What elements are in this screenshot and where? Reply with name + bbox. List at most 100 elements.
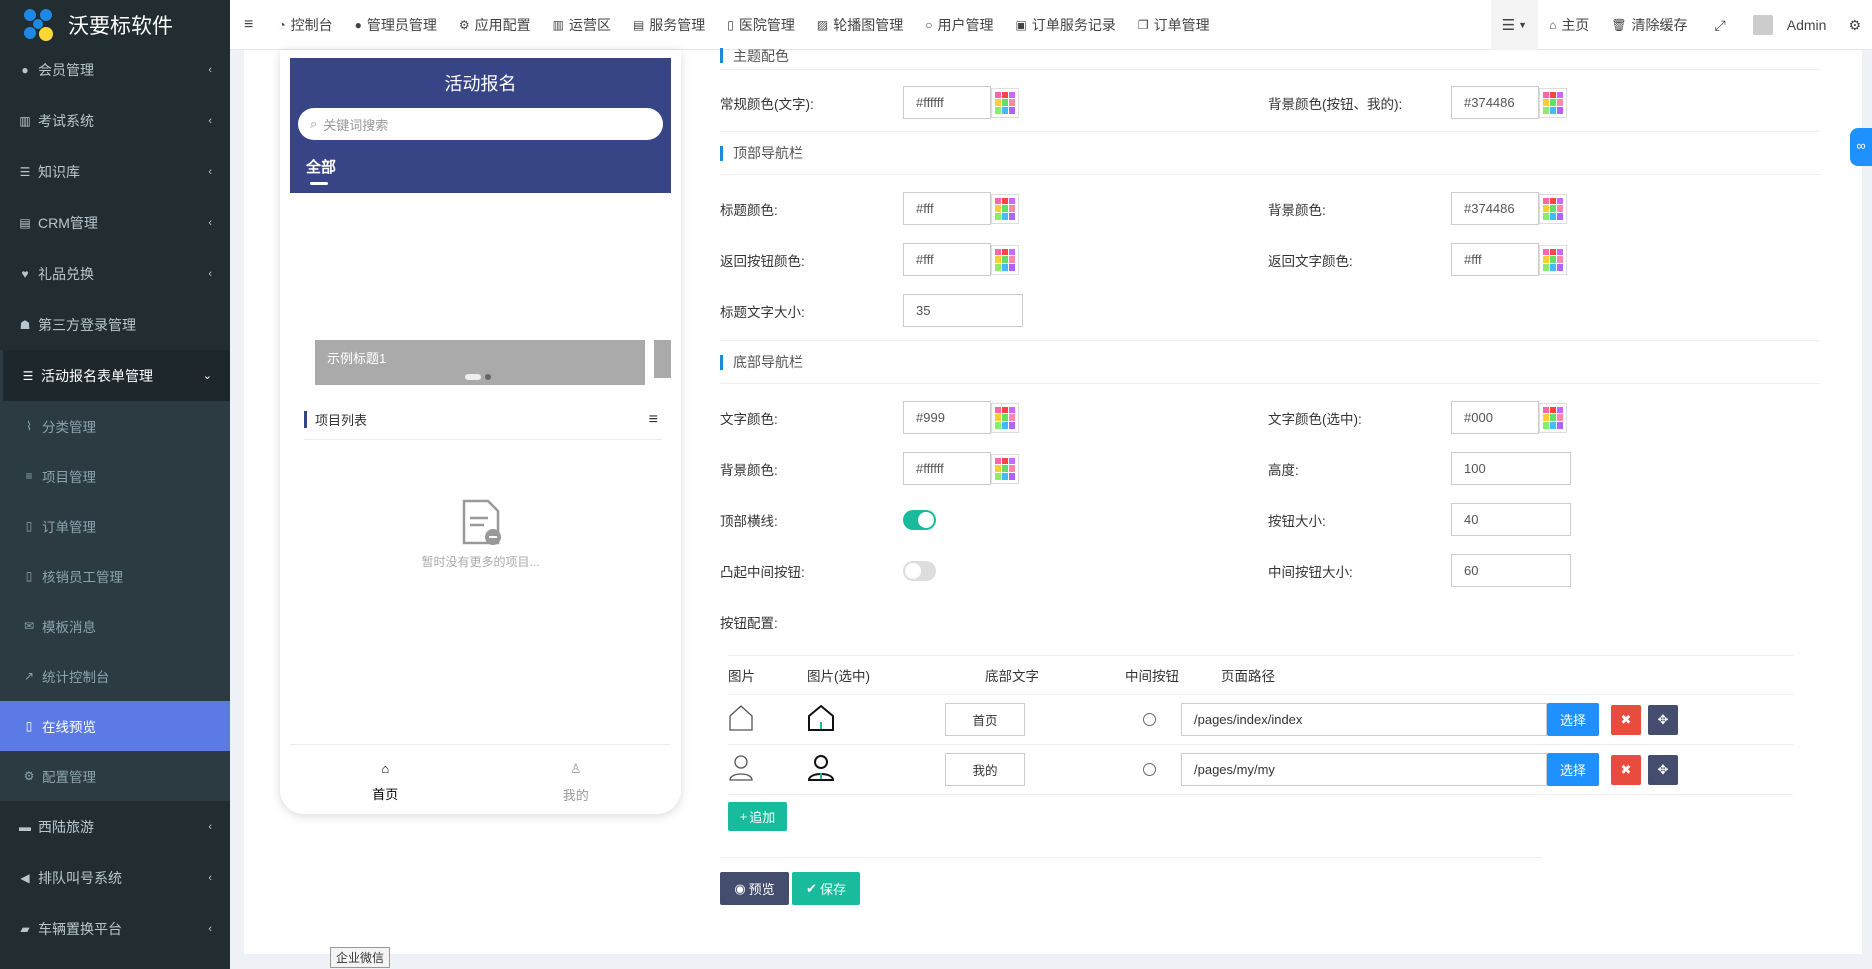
field-label: 背景颜色: [1268, 202, 1326, 218]
file-icon: ▯ [25, 569, 33, 583]
nav-label: 管理员管理 [366, 16, 437, 33]
sidebar-item-queue[interactable]: ◀ 排队叫号系统 ‹ [0, 852, 230, 903]
bottom-bg-input[interactable]: #ffffff [903, 452, 991, 485]
middle-button-radio[interactable] [1143, 763, 1156, 776]
back-text-color-input[interactable]: #fff [1451, 243, 1539, 276]
sidebar-item-label: 核销员工管理 [42, 570, 123, 585]
height-input[interactable]: 100 [1451, 452, 1571, 485]
color-palette-icon[interactable] [991, 87, 1019, 118]
back-btn-color-input[interactable]: #fff [903, 243, 991, 276]
page-path-input[interactable]: /pages/index/index [1181, 703, 1547, 736]
delete-row-button[interactable]: ✖ [1611, 704, 1641, 735]
sidebar-item-car[interactable]: ▰ 车辆置换平台 ‹ [0, 903, 230, 954]
phone-tab-home[interactable]: ⌂ 首页 [290, 745, 481, 804]
main-content: 活动报名 ⌕ 关键词搜索 全部 示例标题1 项目列表 ≡ 暂时没有更多的项目...… [244, 48, 1862, 954]
users-icon: ☗ [19, 317, 31, 332]
phone-banner[interactable]: 示例标题1 [315, 340, 645, 385]
middle-button-size-input[interactable]: 60 [1451, 554, 1571, 587]
color-palette-icon[interactable] [1539, 244, 1567, 275]
middle-button-radio[interactable] [1143, 713, 1156, 726]
field-label: 高度: [1268, 462, 1299, 478]
home-outline-icon[interactable] [728, 704, 807, 735]
floating-link-tab[interactable]: ∞ [1850, 128, 1872, 166]
page-path-input[interactable]: /pages/my/my [1181, 753, 1547, 786]
middle-button-toggle[interactable] [903, 560, 936, 581]
user-selected-icon[interactable] [807, 754, 945, 785]
top-bg-input[interactable]: #374486 [1451, 192, 1539, 225]
title-color-input[interactable]: #fff [903, 192, 991, 225]
text-selected-color-input[interactable]: #000 [1451, 401, 1539, 434]
select-path-button[interactable]: 选择 [1547, 703, 1599, 736]
delete-row-button[interactable]: ✖ [1611, 754, 1641, 785]
nav-label: 控制台 [290, 16, 333, 33]
nav-service[interactable]: ▤ 服务管理 [622, 0, 716, 50]
add-row-button[interactable]: + 追加 [728, 801, 787, 831]
drag-row-button[interactable]: ✥ [1648, 754, 1678, 785]
sidebar-item-verifier[interactable]: ▯ 核销员工管理 [0, 551, 230, 601]
sidebar-item-activity[interactable]: ☰ 活动报名表单管理 ⌄ [0, 350, 230, 401]
nav-admin[interactable]: ● 管理员管理 [344, 0, 448, 50]
field-label: 中间按钮大小: [1268, 564, 1353, 580]
sidebar-item-knowledge[interactable]: ☰ 知识库 ‹ [0, 146, 230, 197]
logo[interactable]: 沃要标软件 [0, 0, 230, 50]
sidebar-item-exam[interactable]: ▥ 考试系统 ‹ [0, 95, 230, 146]
color-palette-icon[interactable] [991, 193, 1019, 224]
sidebar-item-thirdparty[interactable]: ☗ 第三方登录管理 [0, 299, 230, 350]
section-title: 主题配色 [733, 47, 789, 64]
map-icon: ▥ [552, 17, 564, 32]
home-selected-icon[interactable] [807, 704, 945, 735]
color-palette-icon[interactable] [991, 244, 1019, 275]
list-menu-icon[interactable]: ≡ [649, 411, 658, 429]
chevron-left-icon: ‹ [208, 216, 212, 229]
title-size-input[interactable]: 35 [903, 294, 1023, 327]
drag-row-button[interactable]: ✥ [1648, 704, 1678, 735]
nav-label: 订单管理 [1153, 16, 1210, 33]
top-line-toggle[interactable] [903, 509, 936, 530]
select-path-button[interactable]: 选择 [1547, 753, 1599, 786]
color-palette-icon[interactable] [991, 453, 1019, 484]
tab-text-input[interactable]: 首页 [945, 703, 1025, 736]
tab-text-input[interactable]: 我的 [945, 753, 1025, 786]
nav-operation[interactable]: ▥ 运营区 [542, 0, 622, 50]
table-header: 图片 图片(选中) 底部文字 中间按钮 页面路径 [728, 655, 1793, 695]
phone-search-input[interactable]: ⌕ 关键词搜索 [298, 108, 663, 140]
sidebar-item-crm[interactable]: ▤ CRM管理 ‹ [0, 197, 230, 248]
phone-header: 活动报名 ⌕ 关键词搜索 全部 [290, 58, 671, 193]
sidebar-item-order[interactable]: ▯ 订单管理 [0, 501, 230, 551]
preview-button[interactable]: ◉ 预览 [720, 872, 789, 905]
sidebar-item-gift[interactable]: ♥ 礼品兑换 ‹ [0, 248, 230, 299]
settings-button[interactable]: ⚙ [1837, 0, 1872, 50]
color-palette-icon[interactable] [991, 402, 1019, 433]
nav-dashboard[interactable]: ◔ 控制台 [267, 0, 343, 50]
sidebar-toggle-button[interactable]: ≡ [230, 0, 267, 50]
color-palette-icon[interactable] [1539, 193, 1567, 224]
bg-color-input[interactable]: #374486 [1451, 86, 1539, 119]
sidebar-item-template[interactable]: ✉ 模板消息 [0, 601, 230, 651]
phone-tab-all[interactable]: 全部 [306, 156, 336, 185]
sidebar-item-config[interactable]: ⚙ 配置管理 [0, 751, 230, 801]
check-icon: ✔ [806, 880, 817, 896]
nav-label: 轮播图管理 [833, 16, 904, 33]
sidebar-item-label: 配置管理 [42, 770, 96, 785]
sidebar-item-travel[interactable]: ▬ 西陆旅游 ‹ [0, 801, 230, 852]
user-outline-icon[interactable] [728, 754, 807, 785]
sidebar-item-category[interactable]: ⌇ 分类管理 [0, 401, 230, 451]
sidebar-item-project[interactable]: ≡ 项目管理 [0, 451, 230, 501]
save-button[interactable]: ✔ 保存 [792, 872, 860, 905]
phone-tab-mine[interactable]: ♙ 我的 [481, 745, 672, 804]
normal-color-input[interactable]: #ffffff [903, 86, 991, 119]
color-palette-icon[interactable] [1539, 402, 1567, 433]
field-label: 返回文字颜色: [1268, 253, 1353, 269]
text-color-input[interactable]: #999 [903, 401, 991, 434]
bullhorn-icon: ◀ [20, 870, 30, 885]
nav-app-config[interactable]: ⚙ 应用配置 [448, 0, 542, 50]
field-label: 凸起中间按钮: [720, 564, 805, 580]
nav-label: 用户管理 [937, 16, 994, 33]
button-size-input[interactable]: 40 [1451, 503, 1571, 536]
bars-icon: ≡ [25, 469, 33, 483]
sidebar-item-stats[interactable]: ↗ 统计控制台 [0, 651, 230, 701]
phone-banner-next [654, 340, 671, 378]
sidebar-item-preview[interactable]: ▯ 在线预览 [0, 701, 230, 751]
color-palette-icon[interactable] [1539, 87, 1567, 118]
sidebar-item-member[interactable]: ● 会员管理 ‹ [0, 44, 230, 95]
